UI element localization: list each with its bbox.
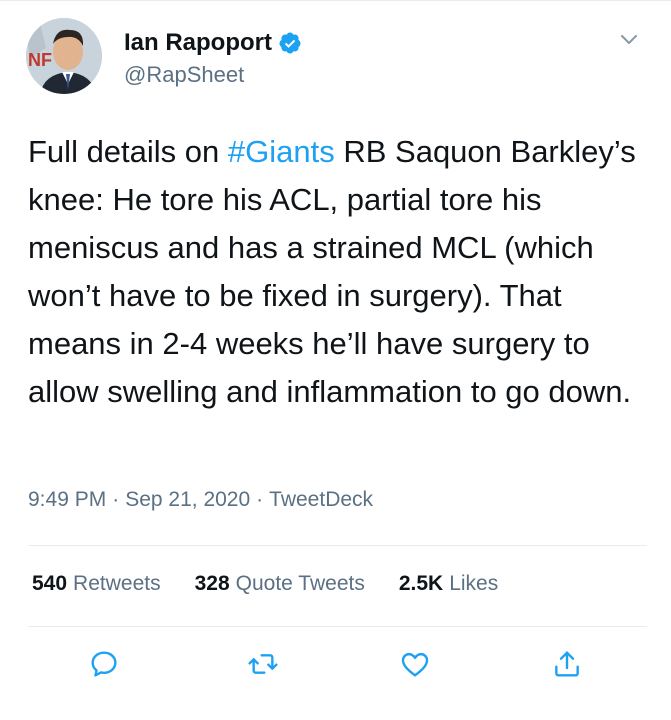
retweet-button[interactable]: [243, 644, 283, 684]
retweet-icon: [248, 654, 278, 674]
likes-stat[interactable]: 2.5K Likes: [399, 572, 498, 596]
name-row: Ian Rapoport: [124, 26, 302, 60]
action-bar: [0, 644, 671, 688]
reply-icon: [91, 651, 117, 677]
like-icon: [401, 652, 429, 677]
likes-label: Likes: [449, 572, 499, 595]
share-icon: [555, 651, 579, 677]
quotes-label: Quote Tweets: [235, 572, 365, 595]
tweet-meta: 9:49 PM · Sep 21, 2020 · TweetDeck: [28, 488, 373, 512]
like-button[interactable]: [395, 644, 435, 684]
retweets-count: 540: [32, 572, 68, 595]
hashtag-link[interactable]: #Giants: [228, 134, 335, 169]
tweet-text-rest: RB Saquon Barkley’s knee: He tore his AC…: [28, 134, 636, 409]
svg-text:NF: NF: [28, 50, 52, 70]
meta-separator-2: ·: [256, 488, 264, 511]
tweet-date[interactable]: Sep 21, 2020: [125, 488, 250, 512]
divider: [28, 626, 647, 627]
quotes-count: 328: [194, 572, 230, 595]
tweet-header: NF Ian Rapoport @RapSheet: [26, 18, 646, 108]
verified-badge-icon: [278, 31, 302, 55]
divider: [28, 545, 647, 546]
avatar-image: NF: [26, 18, 102, 94]
chevron-down-icon[interactable]: [618, 28, 640, 50]
tweet-text-start: Full details on: [28, 134, 228, 169]
avatar[interactable]: NF: [26, 18, 102, 94]
tweet-time[interactable]: 9:49 PM: [28, 488, 106, 512]
tweet-text: Full details on #Giants RB Saquon Barkle…: [28, 128, 648, 416]
author-names: Ian Rapoport @RapSheet: [124, 26, 302, 88]
author-display-name[interactable]: Ian Rapoport: [124, 29, 272, 57]
retweets-label: Retweets: [73, 572, 161, 595]
author-handle[interactable]: @RapSheet: [124, 62, 302, 88]
tweet-source[interactable]: TweetDeck: [269, 488, 373, 512]
reply-button[interactable]: [84, 644, 124, 684]
quote-tweets-stat[interactable]: 328 Quote Tweets: [195, 572, 365, 596]
retweets-stat[interactable]: 540 Retweets: [32, 572, 161, 596]
likes-count: 2.5K: [398, 572, 444, 595]
share-button[interactable]: [547, 644, 587, 684]
meta-separator: ·: [112, 488, 120, 511]
engagement-stats: 540 Retweets 328 Quote Tweets 2.5K Likes: [32, 572, 532, 596]
top-divider: [0, 0, 671, 1]
